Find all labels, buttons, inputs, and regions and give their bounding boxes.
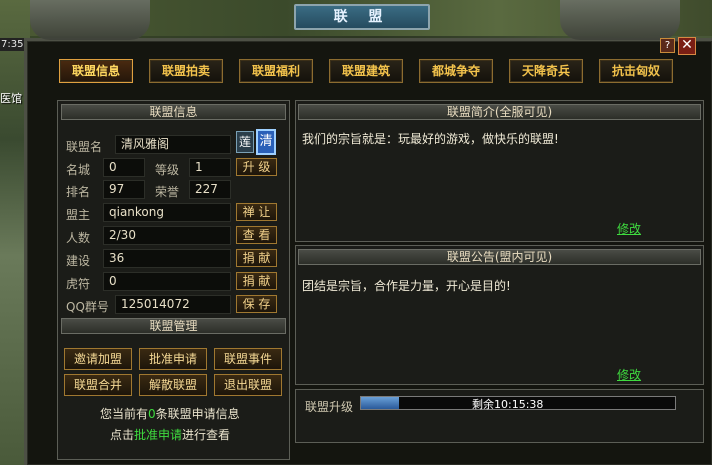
qq-field[interactable]: 125014072 bbox=[115, 295, 231, 314]
build-label: 建设 bbox=[66, 254, 91, 268]
intro-header: 联盟简介(全服可见) bbox=[298, 104, 701, 120]
upgrade-progress-fill bbox=[361, 397, 399, 409]
hint-prefix: 点击 bbox=[110, 428, 135, 442]
name-label: 联盟名 bbox=[66, 140, 103, 154]
frame-ornament-right bbox=[560, 0, 680, 40]
level-label: 等级 bbox=[155, 163, 180, 177]
intro-edit-link[interactable]: 修改 bbox=[617, 220, 641, 237]
info-panel-header: 联盟信息 bbox=[61, 104, 286, 120]
honor-field: 227 bbox=[189, 180, 231, 199]
build-field: 36 bbox=[103, 249, 231, 268]
leave-button[interactable]: 退出联盟 bbox=[214, 374, 282, 396]
leader-field: qiankong bbox=[103, 203, 231, 222]
donate-tiger-button[interactable]: 捐 献 bbox=[236, 272, 277, 290]
hint-approve-link[interactable]: 批准申请 bbox=[134, 428, 182, 442]
help-button[interactable]: ? bbox=[660, 38, 675, 53]
tab-fight-xiongnu[interactable]: 抗击匈奴 bbox=[599, 59, 673, 83]
rank-field: 97 bbox=[103, 180, 145, 199]
notice-panel bbox=[295, 245, 704, 385]
notice-text: 团结是宗旨，合作是力量，开心是目的! bbox=[302, 279, 511, 293]
rank-label: 排名 bbox=[66, 185, 91, 199]
tab-alliance-buildings[interactable]: 联盟建筑 bbox=[329, 59, 403, 83]
members-label: 人数 bbox=[66, 231, 91, 245]
events-button[interactable]: 联盟事件 bbox=[214, 348, 282, 370]
emblem-badge-selected[interactable]: 清 bbox=[256, 129, 276, 155]
city-label: 名城 bbox=[66, 163, 91, 177]
building-label: 医馆 bbox=[0, 92, 22, 105]
alliance-name-field: 清风雅阁 bbox=[115, 135, 231, 154]
notice-suffix: 条联盟申请信息 bbox=[155, 407, 240, 421]
hint-suffix: 进行查看 bbox=[182, 428, 231, 442]
window-title: 联 盟 bbox=[294, 4, 430, 30]
level-field: 1 bbox=[189, 158, 231, 177]
emblem-badge[interactable]: 莲 bbox=[236, 131, 254, 153]
notice-count: 0 bbox=[148, 407, 156, 421]
upgrade-remaining: 剩余10:15:38 bbox=[472, 398, 544, 411]
frame-ornament-left bbox=[30, 0, 150, 40]
leader-label: 盟主 bbox=[66, 208, 91, 222]
honor-label: 荣誉 bbox=[155, 185, 180, 199]
upgrade-button[interactable]: 升 级 bbox=[236, 158, 277, 176]
qq-label: QQ群号 bbox=[66, 300, 109, 314]
merge-button[interactable]: 联盟合并 bbox=[64, 374, 132, 396]
members-field: 2/30 bbox=[103, 226, 231, 245]
disband-button[interactable]: 解散联盟 bbox=[139, 374, 207, 396]
city-field: 0 bbox=[103, 158, 145, 177]
approve-button[interactable]: 批准申请 bbox=[139, 348, 207, 370]
tab-sky-raid[interactable]: 天降奇兵 bbox=[509, 59, 583, 83]
notice-header: 联盟公告(盟内可见) bbox=[298, 249, 701, 265]
intro-panel bbox=[295, 100, 704, 242]
application-hint: 点击批准申请进行查看 bbox=[110, 426, 230, 443]
intro-text: 我们的宗旨就是：玩最好的游戏，做快乐的联盟! bbox=[302, 132, 559, 146]
invite-button[interactable]: 邀请加盟 bbox=[64, 348, 132, 370]
tiger-token-field: 0 bbox=[103, 272, 231, 291]
save-button[interactable]: 保 存 bbox=[236, 295, 277, 313]
donate-build-button[interactable]: 捐 献 bbox=[236, 249, 277, 267]
upgrade-label: 联盟升级 bbox=[305, 400, 354, 414]
tab-alliance-welfare[interactable]: 联盟福利 bbox=[239, 59, 313, 83]
tab-alliance-auction[interactable]: 联盟拍卖 bbox=[149, 59, 223, 83]
close-button[interactable]: ✕ bbox=[678, 37, 696, 55]
tab-capital-war[interactable]: 都城争夺 bbox=[419, 59, 493, 83]
application-notice: 您当前有0条联盟申请信息 bbox=[100, 405, 240, 422]
notice-prefix: 您当前有 bbox=[100, 407, 149, 421]
view-members-button[interactable]: 查 看 bbox=[236, 226, 277, 244]
abdicate-button[interactable]: 禅 让 bbox=[236, 203, 277, 221]
notice-edit-link[interactable]: 修改 bbox=[617, 366, 641, 383]
tiger-token-label: 虎符 bbox=[66, 277, 91, 291]
clock-readout: 7:35 bbox=[0, 38, 24, 51]
manage-panel-header: 联盟管理 bbox=[61, 318, 286, 334]
tab-alliance-info[interactable]: 联盟信息 bbox=[59, 59, 133, 83]
